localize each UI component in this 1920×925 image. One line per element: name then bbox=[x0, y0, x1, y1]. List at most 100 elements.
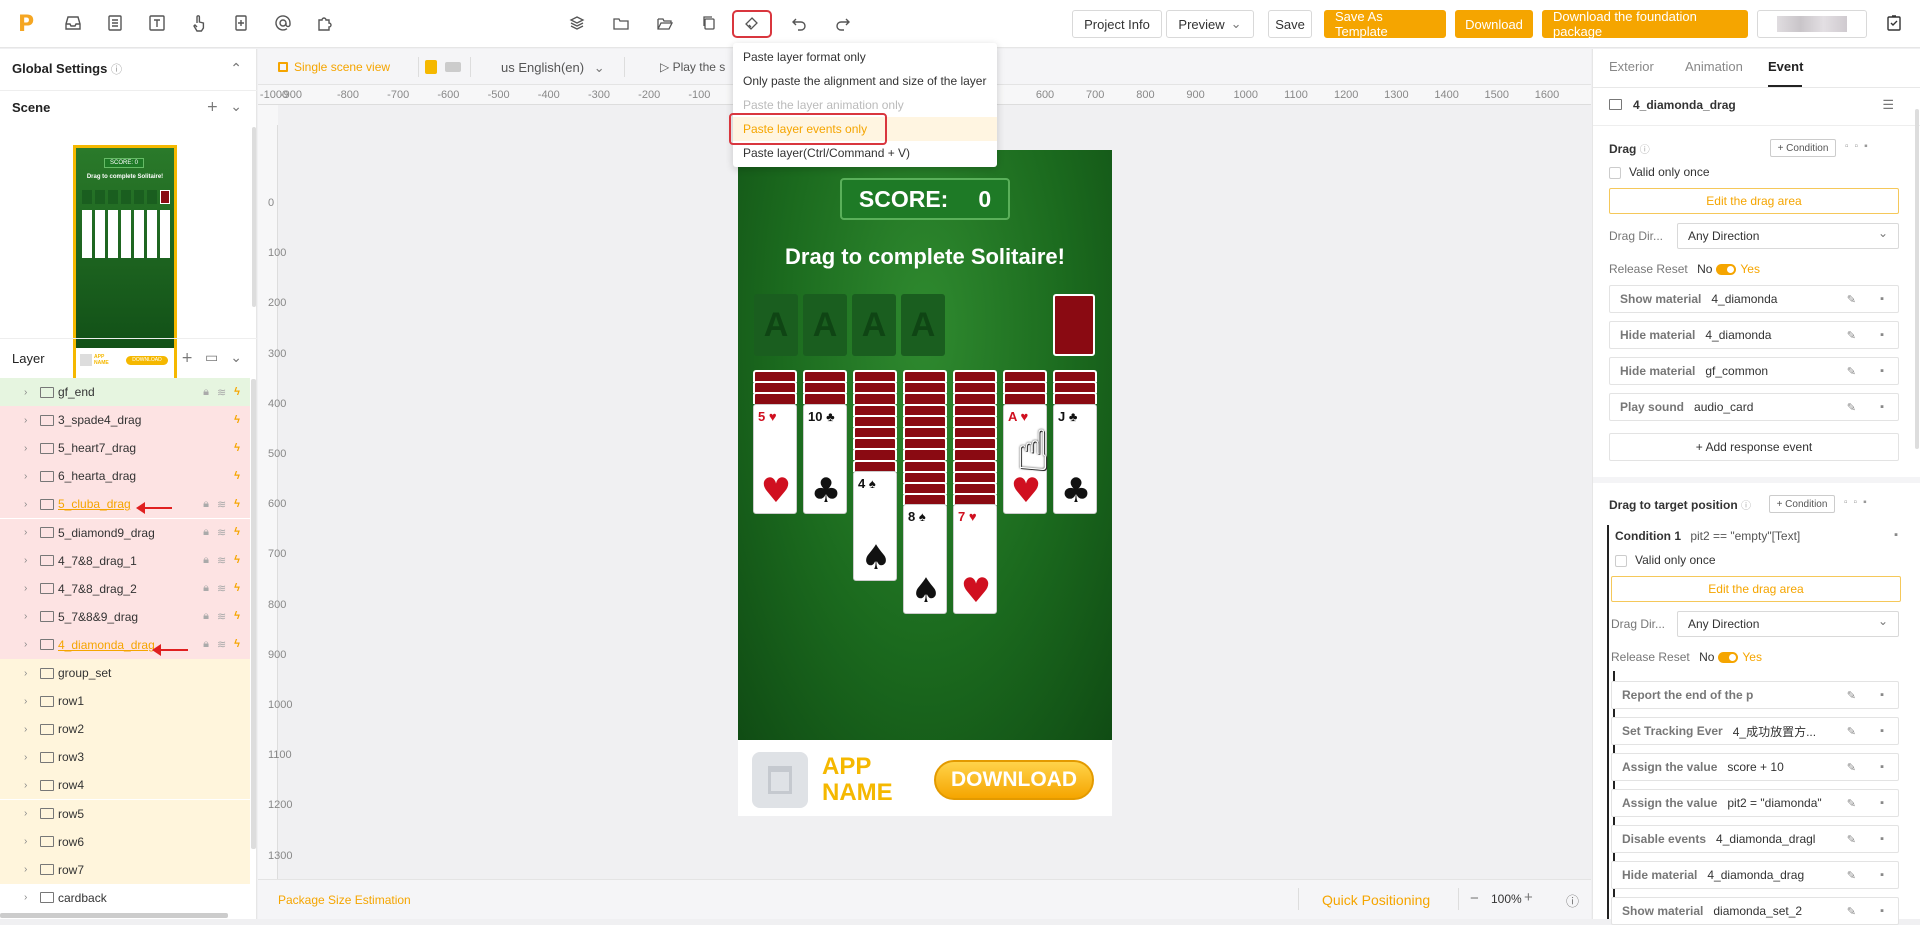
help-icon[interactable]: ⓘ bbox=[111, 63, 122, 76]
drag-direction-select-2[interactable]: Any Direction bbox=[1677, 611, 1899, 637]
delete-icon[interactable]: ▪ bbox=[1880, 797, 1884, 809]
layer-row[interactable]: › 4_diamonda_drag 🔒︎ ≋ ϟ bbox=[0, 630, 250, 659]
response-event-row[interactable]: Hide material 4_diamonda ✎ ▪ bbox=[1609, 321, 1899, 349]
layer-row[interactable]: › 4_7&8_drag_2 🔒︎ ≋ ϟ bbox=[0, 574, 250, 603]
collapse-global-icon[interactable]: ⌃ bbox=[230, 61, 242, 77]
response-event-row[interactable]: Assign the value score + 10 ✎ ▪ bbox=[1611, 753, 1899, 781]
expand-chevron-icon[interactable]: › bbox=[24, 611, 27, 622]
play-button[interactable]: ▷ Play the s bbox=[660, 60, 725, 74]
lock-icon[interactable]: 🔒︎ bbox=[203, 582, 209, 595]
lightning-icon[interactable]: ϟ bbox=[234, 498, 240, 511]
list-icon[interactable] bbox=[104, 12, 126, 34]
lightning-icon[interactable]: ϟ bbox=[234, 610, 240, 623]
expand-chevron-icon[interactable]: › bbox=[24, 639, 27, 650]
save-button[interactable]: Save bbox=[1268, 10, 1312, 38]
layer-row[interactable]: › row5 bbox=[0, 799, 250, 828]
lightning-icon[interactable]: ϟ bbox=[234, 442, 240, 454]
edit-icon[interactable]: ✎ bbox=[1847, 761, 1856, 774]
chevron-down-icon[interactable]: ⌄ bbox=[230, 350, 242, 366]
expand-chevron-icon[interactable]: › bbox=[24, 583, 27, 594]
valid-once-checkbox-2[interactable]: Valid only once bbox=[1615, 553, 1716, 567]
layer-row[interactable]: › 3_spade4_drag ϟ bbox=[0, 406, 250, 435]
layer-row[interactable]: › row7 bbox=[0, 855, 250, 884]
help-icon[interactable]: ⓘ bbox=[1741, 501, 1751, 512]
expand-chevron-icon[interactable]: › bbox=[24, 780, 27, 791]
edit-icon[interactable]: ✎ bbox=[1847, 905, 1856, 918]
layers-icon[interactable] bbox=[566, 12, 588, 34]
expand-chevron-icon[interactable]: › bbox=[24, 668, 27, 679]
edit-icon[interactable]: ✎ bbox=[1847, 329, 1856, 342]
eye-icon[interactable]: ≋ bbox=[217, 386, 226, 399]
delete-icon[interactable]: ▪ bbox=[1880, 761, 1884, 773]
settings-sliders-icon[interactable]: ☰ bbox=[1882, 97, 1894, 113]
eye-icon[interactable]: ≋ bbox=[217, 554, 226, 567]
chevron-down-icon[interactable]: ⌄ bbox=[230, 99, 242, 115]
playing-card[interactable]: 4 ♠ ♠ bbox=[853, 470, 897, 581]
expand-chevron-icon[interactable]: › bbox=[24, 555, 27, 566]
playing-card[interactable]: 8 ♠ ♠ bbox=[903, 504, 947, 615]
expand-chevron-icon[interactable]: › bbox=[24, 387, 27, 398]
response-event-row[interactable]: Assign the value pit2 = "diamonda" ✎ ▪ bbox=[1611, 789, 1899, 817]
expand-chevron-icon[interactable]: › bbox=[24, 724, 27, 735]
edit-icon[interactable]: ✎ bbox=[1847, 293, 1856, 306]
response-event-row[interactable]: Report the end of the p ✎ ▪ bbox=[1611, 681, 1899, 709]
delete-icon[interactable]: ▪ bbox=[1880, 869, 1884, 881]
expand-chevron-icon[interactable]: › bbox=[24, 696, 27, 707]
add-layer-icon[interactable]: + bbox=[181, 350, 193, 366]
response-event-row[interactable]: Set Tracking Ever 4_成功放置方... ✎ ▪ bbox=[1611, 717, 1899, 745]
lightning-icon[interactable]: ϟ bbox=[234, 386, 240, 399]
expand-chevron-icon[interactable]: › bbox=[24, 443, 27, 454]
layer-row[interactable]: › row2 bbox=[0, 715, 250, 744]
expand-chevron-icon[interactable]: › bbox=[24, 527, 27, 538]
expand-chevron-icon[interactable]: › bbox=[24, 836, 27, 847]
single-scene-toggle[interactable]: Single scene view bbox=[278, 60, 390, 74]
layer-row[interactable]: › group_set bbox=[0, 659, 250, 687]
copy-icon[interactable] bbox=[698, 12, 720, 34]
response-event-row[interactable]: Show material 4_diamonda ✎ ▪ bbox=[1609, 285, 1899, 313]
hand-pointer-icon[interactable] bbox=[188, 12, 210, 34]
ad-preview[interactable]: SCORE: 0 Drag to complete Solitaire! A A … bbox=[738, 150, 1112, 816]
zoom-in-button[interactable]: + bbox=[1524, 889, 1533, 906]
landscape-mode-icon[interactable] bbox=[445, 62, 461, 72]
edit-icon[interactable]: ✎ bbox=[1847, 401, 1856, 414]
layer-row[interactable]: › cardback bbox=[0, 883, 250, 912]
user-avatar[interactable] bbox=[1757, 10, 1867, 38]
lock-icon[interactable]: 🔒︎ bbox=[203, 386, 209, 399]
playing-card[interactable]: 5 ♥ ♥ bbox=[753, 403, 797, 514]
help-icon[interactable]: ⓘ bbox=[1566, 891, 1579, 910]
inbox-icon[interactable] bbox=[62, 12, 84, 34]
edit-icon[interactable]: ✎ bbox=[1847, 365, 1856, 378]
layer-row[interactable]: › 5_7&8&9_drag 🔒︎ ≋ ϟ bbox=[0, 602, 250, 631]
playing-card[interactable]: J ♣ ♣ bbox=[1053, 403, 1097, 514]
expand-chevron-icon[interactable]: › bbox=[24, 752, 27, 763]
scene-scrollbar[interactable] bbox=[252, 127, 256, 307]
paste-icon[interactable] bbox=[732, 10, 772, 38]
expand-chevron-icon[interactable]: › bbox=[24, 471, 27, 482]
section-actions[interactable]: ▫▫▪ bbox=[1845, 141, 1874, 152]
foundation-slot[interactable]: A bbox=[852, 294, 896, 356]
edit-icon[interactable]: ✎ bbox=[1847, 689, 1856, 702]
response-event-row[interactable]: Hide material gf_common ✎ ▪ bbox=[1609, 357, 1899, 385]
folder-icon[interactable] bbox=[610, 12, 632, 34]
response-event-row[interactable]: Disable events 4_diamonda_dragl ✎ ▪ bbox=[1611, 825, 1899, 853]
portrait-mode-icon[interactable] bbox=[425, 60, 437, 74]
eye-icon[interactable]: ≋ bbox=[217, 610, 226, 623]
delete-icon[interactable]: ▪ bbox=[1880, 329, 1884, 341]
delete-icon[interactable]: ▪ bbox=[1880, 833, 1884, 845]
edit-icon[interactable]: ✎ bbox=[1847, 869, 1856, 882]
quick-positioning-button[interactable]: Quick Positioning bbox=[1322, 892, 1430, 908]
edit-drag-area-button-2[interactable]: Edit the drag area bbox=[1611, 576, 1901, 602]
lock-icon[interactable]: 🔒︎ bbox=[203, 526, 209, 539]
delete-icon[interactable]: ▪ bbox=[1880, 365, 1884, 377]
ad-download-button[interactable]: DOWNLOAD bbox=[934, 760, 1094, 800]
delete-condition-icon[interactable]: ▪ bbox=[1894, 529, 1898, 541]
layer-row[interactable]: › 6_hearta_drag ϟ bbox=[0, 462, 250, 491]
save-as-template-button[interactable]: Save As Template bbox=[1324, 9, 1446, 39]
response-event-row[interactable]: Hide material 4_diamonda_drag ✎ ▪ bbox=[1611, 861, 1899, 889]
help-icon[interactable]: ⓘ bbox=[1640, 145, 1650, 156]
layer-row[interactable]: › gf_end 🔒︎ ≋ ϟ bbox=[0, 378, 250, 406]
scene-thumbnail[interactable]: SCORE: 0 Drag to complete Solitaire! APP… bbox=[73, 145, 177, 381]
expand-chevron-icon[interactable]: › bbox=[24, 892, 27, 903]
layer-row[interactable]: › 5_heart7_drag ϟ bbox=[0, 434, 250, 463]
delete-icon[interactable]: ▪ bbox=[1880, 689, 1884, 701]
